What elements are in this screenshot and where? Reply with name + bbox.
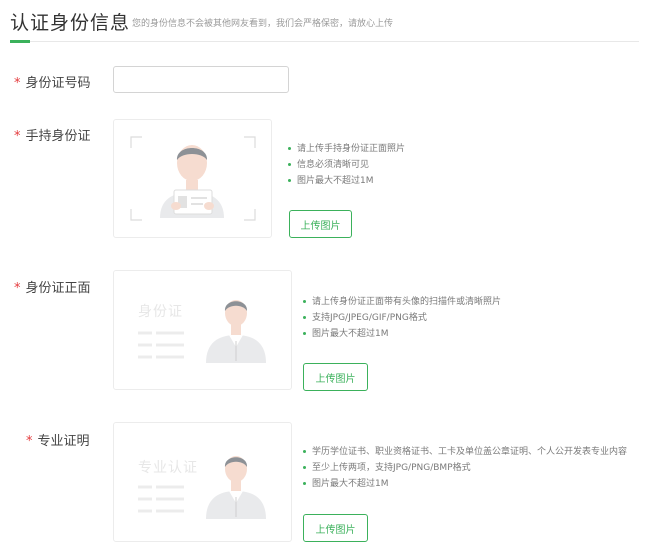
professional-upload-button[interactable]: 上传图片	[303, 514, 368, 542]
id-front-tips: 请上传身份证正面带有头像的扫描件或清晰照片 支持JPG/JPEG/GIF/PNG…	[303, 294, 501, 342]
frame-corner-br	[244, 209, 256, 221]
page-header: 认证身份信息 您的身份信息不会被其他网友看到，我们会严格保密，请放心上传	[0, 0, 647, 44]
professional-proof-illustration	[138, 456, 266, 519]
handheld-id-sample	[113, 119, 272, 238]
id-front-label-text: 身份证正面	[25, 281, 91, 296]
tip-item: 请上传手持身份证正面照片	[288, 141, 405, 157]
handheld-upload-button[interactable]: 上传图片	[289, 210, 352, 238]
handheld-id-illustration	[130, 136, 256, 221]
handheld-id-label: * 手持身份证	[14, 125, 91, 144]
frame-corner-tr	[244, 136, 256, 148]
person-figure	[160, 145, 224, 218]
person-figure	[206, 456, 266, 519]
frame-corner-tl	[130, 136, 142, 148]
title-accent-bar	[10, 40, 30, 43]
page-title: 认证身份信息	[10, 12, 131, 34]
id-front-sample: 身份证	[113, 270, 292, 390]
id-front-label: * 身份证正面	[14, 277, 91, 296]
tip-item: 支持JPG/JPEG/GIF/PNG格式	[303, 310, 501, 326]
title-divider	[10, 41, 639, 42]
person-figure	[206, 300, 266, 363]
page-subtitle: 您的身份信息不会被其他网友看到，我们会严格保密，请放心上传	[132, 19, 394, 29]
professional-proof-label: * 专业证明	[26, 430, 90, 449]
professional-proof-tips: 学历学位证书、职业资格证书、工卡及单位盖公章证明、个人公开发表专业内容 至少上传…	[303, 444, 627, 492]
required-mark: *	[14, 76, 21, 91]
handheld-id-tips: 请上传手持身份证正面照片 信息必须清晰可见 图片最大不超过1M	[288, 141, 405, 189]
frame-corner-bl	[130, 209, 142, 221]
required-mark: *	[26, 434, 33, 449]
professional-proof-sample: 专业认证	[113, 422, 292, 542]
tip-item: 图片最大不超过1M	[303, 326, 501, 342]
tip-item: 学历学位证书、职业资格证书、工卡及单位盖公章证明、个人公开发表专业内容	[303, 444, 627, 460]
tip-item: 图片最大不超过1M	[303, 476, 627, 492]
tip-item: 信息必须清晰可见	[288, 157, 405, 173]
required-mark: *	[14, 281, 21, 296]
tip-item: 至少上传两项，支持JPG/PNG/BMP格式	[303, 460, 627, 476]
tip-item: 图片最大不超过1M	[288, 173, 405, 189]
handheld-id-label-text: 手持身份证	[25, 129, 91, 144]
id-number-input[interactable]	[113, 66, 289, 93]
tip-item: 请上传身份证正面带有头像的扫描件或清晰照片	[303, 294, 501, 310]
id-front-illustration	[138, 300, 266, 363]
professional-proof-label-text: 专业证明	[37, 434, 90, 449]
id-number-label-text: 身份证号码	[25, 76, 91, 91]
required-mark: *	[14, 129, 21, 144]
id-front-upload-button[interactable]: 上传图片	[303, 363, 368, 391]
id-number-label: * 身份证号码	[14, 72, 91, 91]
